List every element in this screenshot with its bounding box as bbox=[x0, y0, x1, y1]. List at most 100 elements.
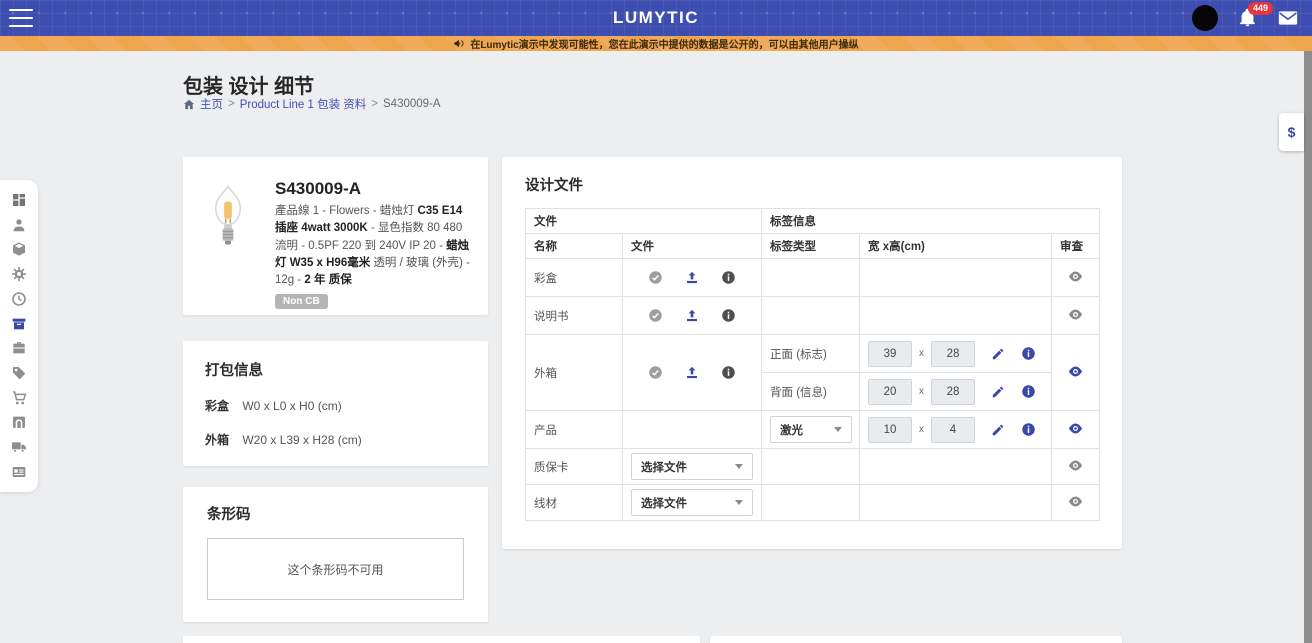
label-type-back: 背面 (信息) bbox=[762, 373, 860, 411]
times-sign: x bbox=[919, 424, 924, 435]
archive-icon[interactable] bbox=[11, 414, 27, 430]
edit-pencil-icon[interactable] bbox=[991, 385, 1005, 399]
page-title: 包装 设计 细节 bbox=[183, 70, 314, 99]
truck-icon[interactable] bbox=[11, 439, 27, 455]
upload-icon[interactable] bbox=[684, 270, 700, 285]
table-row-color-box: 彩盒 bbox=[526, 259, 1100, 297]
design-files-table: 文件 标签信息 名称 文件 标签类型 宽 x高(cm) 审查 彩盒 bbox=[525, 208, 1100, 521]
table-row-outer-carton: 外箱 正面 (标志) x bbox=[526, 335, 1100, 373]
info-icon[interactable] bbox=[1021, 384, 1036, 399]
barcode-card: 条形码 这个条形码不可用 bbox=[183, 487, 488, 622]
label-type-front: 正面 (标志) bbox=[762, 335, 860, 373]
info-icon[interactable] bbox=[721, 365, 736, 380]
review-eye-icon[interactable] bbox=[1068, 309, 1083, 320]
review-eye-icon[interactable] bbox=[1068, 423, 1083, 434]
review-eye-icon[interactable] bbox=[1068, 271, 1083, 282]
app-logo: LUMYTIC bbox=[0, 8, 1312, 28]
vertical-scrollbar[interactable] bbox=[1304, 51, 1312, 643]
info-icon[interactable] bbox=[1021, 346, 1036, 361]
cart-icon[interactable] bbox=[11, 390, 27, 406]
packing-label: 外箱 bbox=[205, 433, 229, 447]
row-name: 彩盒 bbox=[526, 259, 623, 297]
product-description: 產品線 1 - Flowers - 蜡烛灯 C35 E14 插座 4watt 3… bbox=[275, 203, 470, 289]
edit-pencil-icon[interactable] bbox=[991, 423, 1005, 437]
user-avatar[interactable] bbox=[1192, 5, 1218, 31]
clock-icon[interactable] bbox=[11, 291, 27, 307]
times-sign: x bbox=[919, 386, 924, 397]
product-summary-card: S430009-A 產品線 1 - Flowers - 蜡烛灯 C35 E14 … bbox=[183, 157, 488, 315]
row-name: 外箱 bbox=[526, 335, 623, 411]
design-files-title: 设计文件 bbox=[525, 174, 1099, 195]
breadcrumb-section-link[interactable]: Product Line 1 包装 资料 bbox=[240, 96, 367, 112]
height-input[interactable] bbox=[931, 417, 975, 443]
breadcrumb: 主页 > Product Line 1 包装 资料 > S430009-A bbox=[183, 96, 441, 112]
table-row-product: 产品 激光 x bbox=[526, 411, 1100, 449]
table-row-wire: 线材 选择文件 bbox=[526, 485, 1100, 521]
packing-value: W20 x L39 x H28 (cm) bbox=[242, 433, 361, 447]
breadcrumb-separator: > bbox=[371, 98, 378, 110]
group-header-label-info: 标签信息 bbox=[762, 209, 1100, 234]
user-icon[interactable] bbox=[11, 217, 27, 233]
height-input[interactable] bbox=[931, 341, 975, 367]
top-header: LUMYTIC 449 bbox=[0, 0, 1312, 36]
edit-pencil-icon[interactable] bbox=[991, 347, 1005, 361]
megaphone-icon bbox=[453, 38, 464, 49]
currency-panel-button[interactable]: $ bbox=[1279, 113, 1304, 151]
times-sign: x bbox=[919, 348, 924, 359]
col-header-name: 名称 bbox=[526, 234, 623, 259]
messages-envelope-icon[interactable] bbox=[1278, 10, 1298, 26]
notification-count-badge: 449 bbox=[1248, 2, 1273, 15]
info-icon[interactable] bbox=[1021, 422, 1036, 437]
breadcrumb-home-link[interactable]: 主页 bbox=[200, 96, 223, 112]
notifications-bell-icon[interactable]: 449 bbox=[1238, 7, 1258, 29]
caret-down-icon bbox=[834, 427, 842, 432]
packing-info-card: 打包信息 彩盒 W0 x L0 x H0 (cm) 外箱 W20 x L39 x… bbox=[183, 341, 488, 466]
breadcrumb-separator: > bbox=[228, 98, 235, 110]
upload-icon[interactable] bbox=[684, 308, 700, 323]
caret-down-icon bbox=[735, 464, 743, 469]
width-input[interactable] bbox=[868, 341, 912, 367]
row-name: 产品 bbox=[526, 411, 623, 449]
home-icon bbox=[183, 99, 195, 110]
row-name: 说明书 bbox=[526, 297, 623, 335]
id-card-icon[interactable] bbox=[11, 464, 27, 480]
width-input[interactable] bbox=[868, 417, 912, 443]
review-eye-icon[interactable] bbox=[1068, 496, 1083, 507]
col-header-label-type: 标签类型 bbox=[762, 234, 860, 259]
barcode-unavailable-message: 这个条形码不可用 bbox=[287, 561, 383, 578]
file-select[interactable]: 选择文件 bbox=[631, 453, 753, 480]
packing-row-outer-carton: 外箱 W20 x L39 x H28 (cm) bbox=[205, 431, 466, 448]
col-header-review: 审查 bbox=[1052, 234, 1100, 259]
packing-info-title: 打包信息 bbox=[205, 359, 466, 380]
page-root: LUMYTIC 449 在Lumytic演示中发现可能性，您在此演示中提供的数据… bbox=[0, 0, 1312, 643]
banner-text: 在Lumytic演示中发现可能性，您在此演示中提供的数据是公开的，可以由其他用户… bbox=[470, 36, 858, 51]
info-icon[interactable] bbox=[721, 270, 736, 285]
storage-box-icon-active[interactable] bbox=[11, 316, 27, 332]
packing-value: W0 x L0 x H0 (cm) bbox=[242, 399, 341, 413]
barcode-title: 条形码 bbox=[207, 503, 464, 524]
width-input[interactable] bbox=[868, 379, 912, 405]
upload-icon[interactable] bbox=[684, 365, 700, 380]
check-circle-icon bbox=[648, 270, 663, 285]
row-name: 质保卡 bbox=[526, 449, 623, 485]
file-select[interactable]: 选择文件 bbox=[631, 489, 753, 516]
col-header-size: 宽 x高(cm) bbox=[860, 234, 1052, 259]
dashboard-icon[interactable] bbox=[11, 192, 27, 208]
review-eye-icon[interactable] bbox=[1068, 366, 1083, 377]
check-circle-icon bbox=[648, 308, 663, 323]
table-row-warranty-card: 质保卡 选择文件 bbox=[526, 449, 1100, 485]
briefcase-icon[interactable] bbox=[11, 340, 27, 356]
label-type-select[interactable]: 激光 bbox=[770, 416, 852, 443]
packing-label: 彩盒 bbox=[205, 399, 229, 413]
info-icon[interactable] bbox=[721, 308, 736, 323]
height-input[interactable] bbox=[931, 379, 975, 405]
tag-icon[interactable] bbox=[11, 365, 27, 381]
design-files-card: 设计文件 文件 标签信息 名称 文件 标签类型 宽 x高(cm) 审查 彩盒 bbox=[502, 157, 1122, 549]
table-row-manual: 说明书 bbox=[526, 297, 1100, 335]
package-icon[interactable] bbox=[11, 241, 27, 257]
review-eye-icon[interactable] bbox=[1068, 460, 1083, 471]
table-group-header-row: 文件 标签信息 bbox=[526, 209, 1100, 234]
caret-down-icon bbox=[735, 500, 743, 505]
check-circle-icon bbox=[648, 365, 663, 380]
settings-gear-icon[interactable] bbox=[11, 266, 27, 282]
